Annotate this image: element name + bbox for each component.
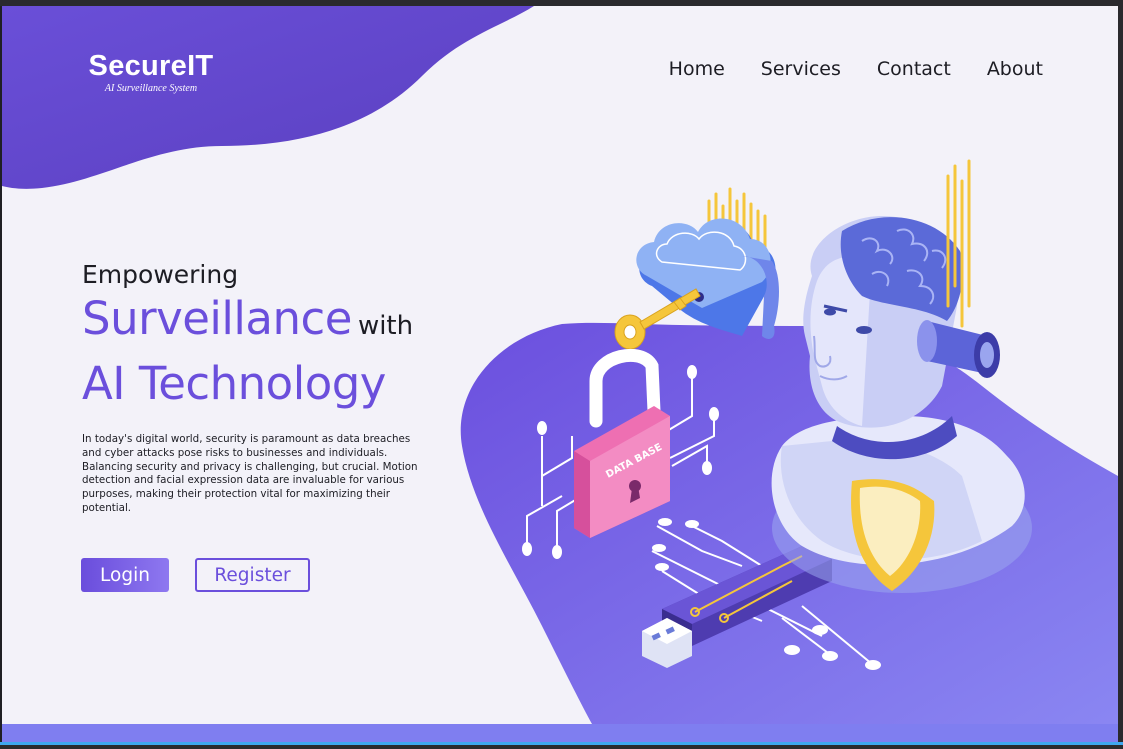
landing-page: SecureIT AI Surveillance System Home Ser… [2,6,1118,724]
window-right-edge [1118,6,1123,749]
hero-illustration: DATA BASE [522,159,1032,670]
padlock-icon: DATA BASE [574,348,670,538]
footer-band [2,724,1118,742]
window-bottom-bar [0,745,1123,749]
key-icon [614,288,701,350]
